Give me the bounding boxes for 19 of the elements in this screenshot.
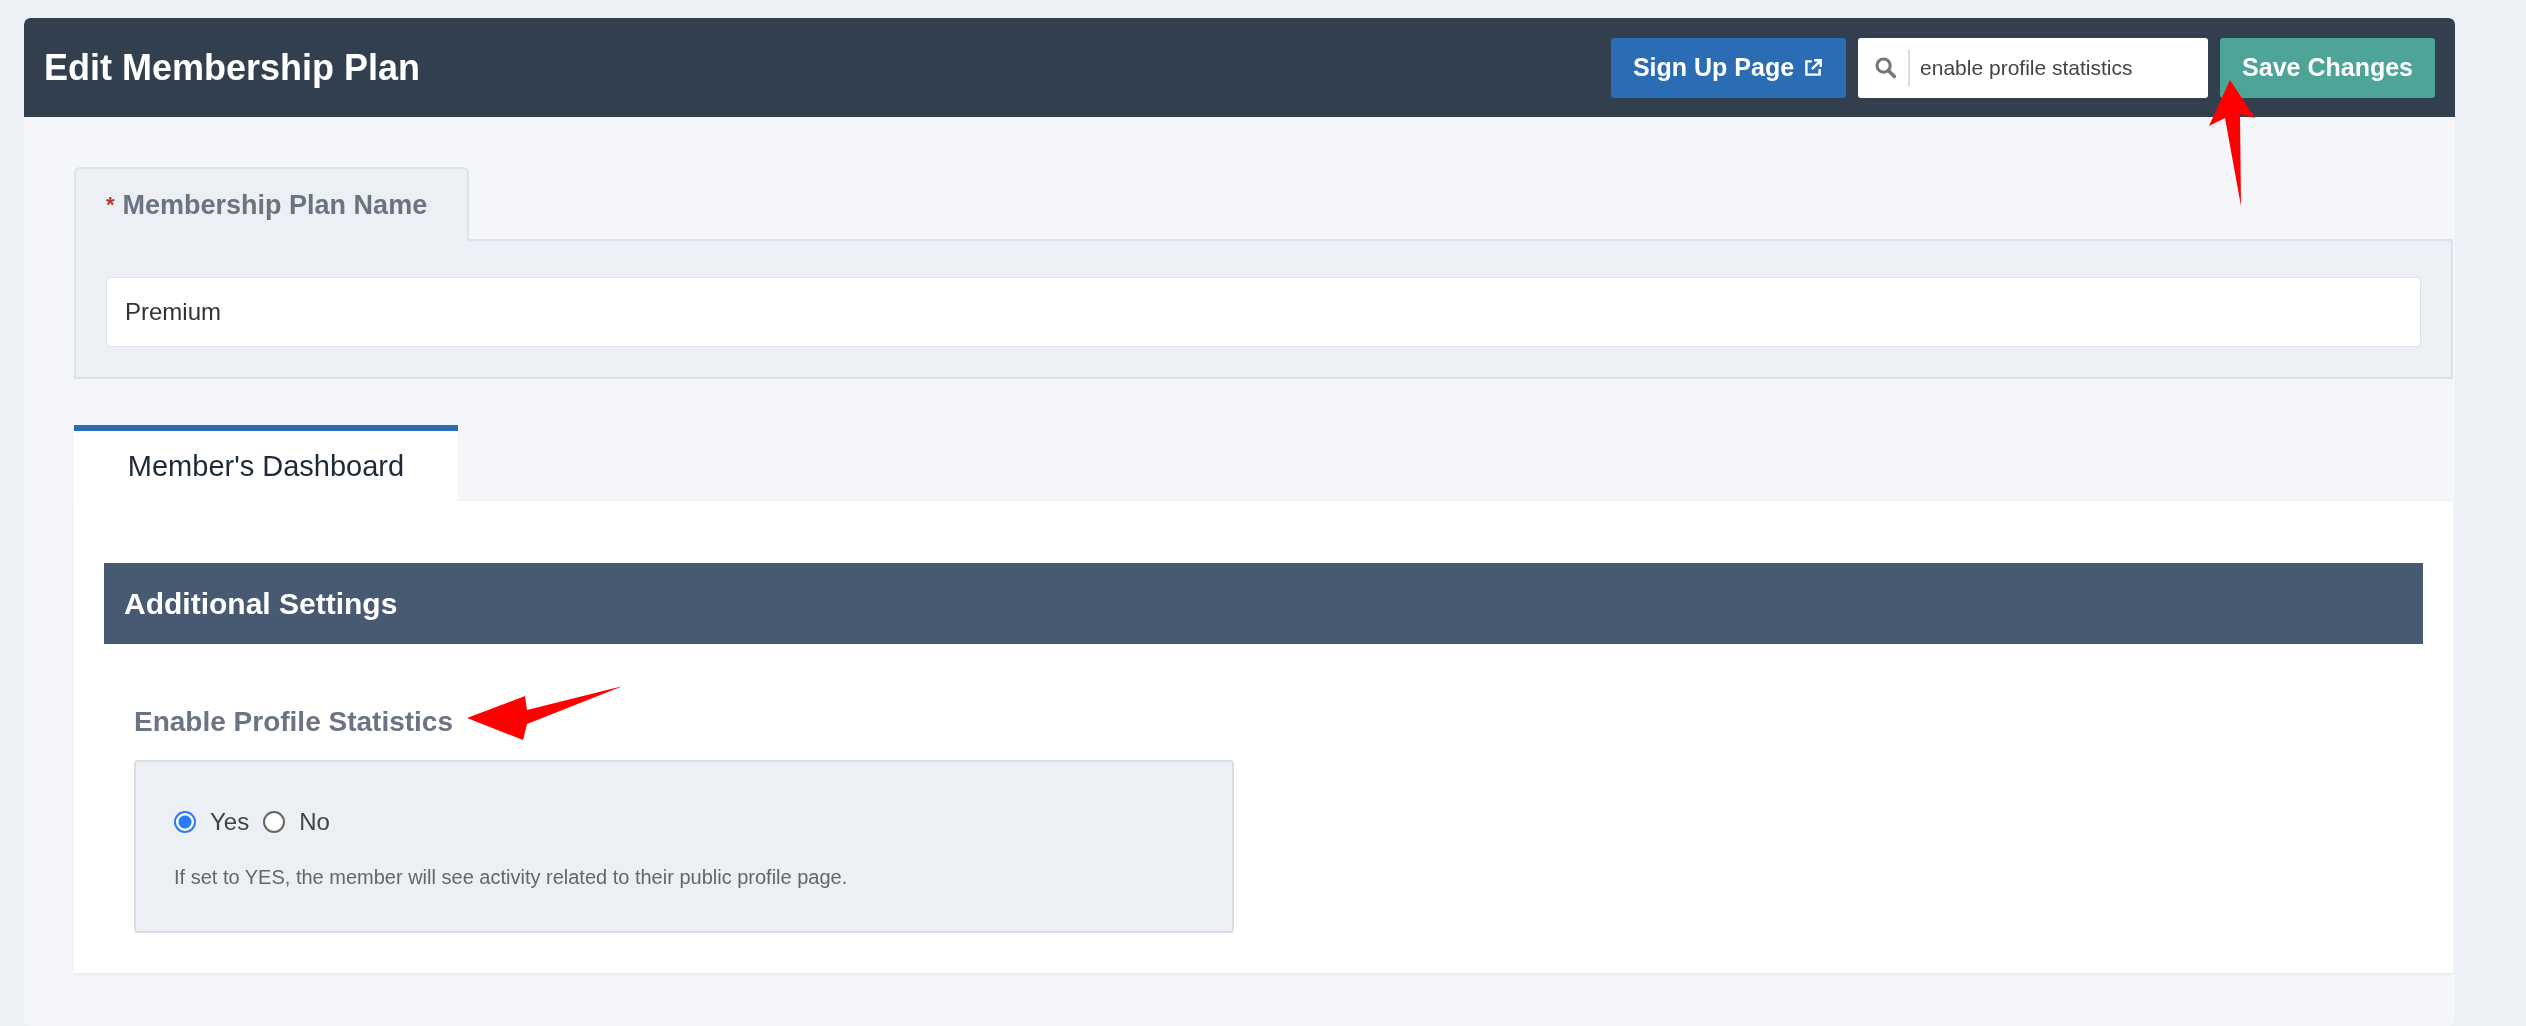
radio-label: Yes [210,808,250,836]
radio-label: No [299,808,330,836]
section-title: Additional Settings [124,586,398,621]
search-field[interactable]: enable profile statistics [1858,37,2209,98]
plan-name-input[interactable]: Premium [106,277,2421,347]
setting-label: Enable Profile Statistics [134,706,453,738]
required-asterisk: * [106,192,115,218]
search-icon [1874,55,1899,80]
radio-option[interactable]: No [263,808,330,836]
page-title: Edit Membership Plan [44,46,421,89]
search-input[interactable]: enable profile statistics [1920,39,2201,96]
sign-up-page-button[interactable]: Sign Up Page [1610,37,1847,98]
external-link-icon [1802,56,1825,79]
radio-option[interactable]: Yes [174,808,250,836]
radio-button[interactable] [174,811,196,833]
tab[interactable]: Member's Dashboard [74,425,458,501]
help-text: If set to YES, the member will see activity related to their public profile page. [174,866,849,889]
radio-button[interactable] [263,811,286,833]
field-label: Membership Plan Name [122,189,428,221]
